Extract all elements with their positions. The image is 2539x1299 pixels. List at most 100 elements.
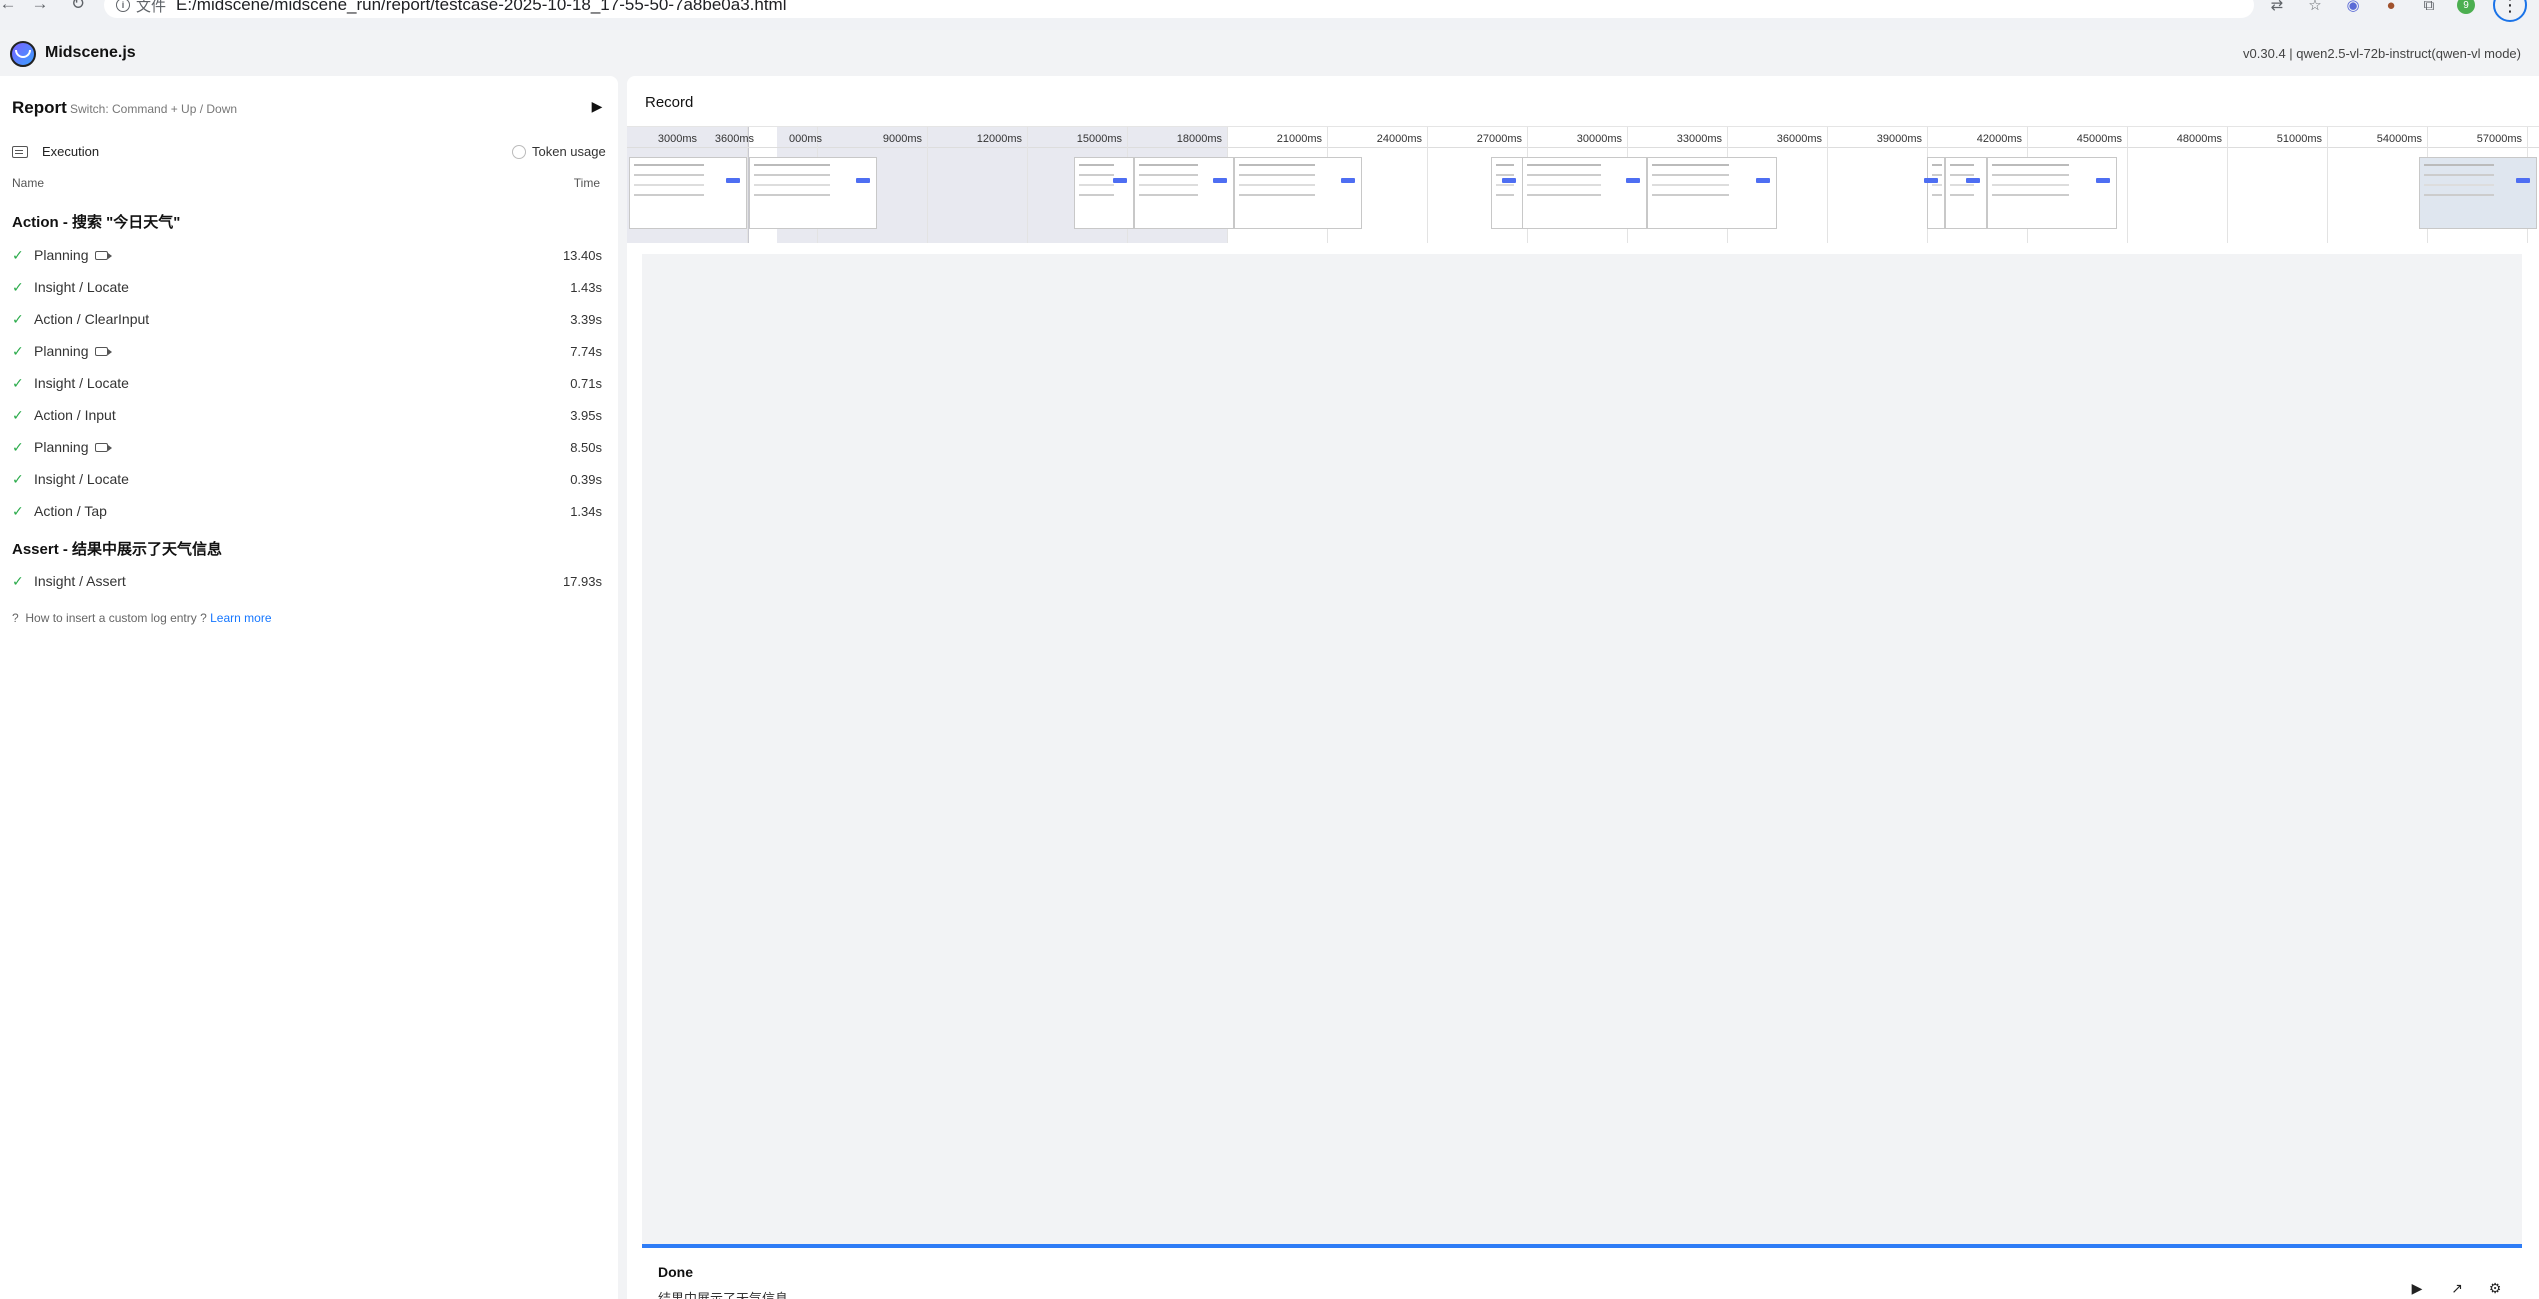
status-label: Done: [658, 1264, 693, 1280]
screenshot-thumbnail[interactable]: [1924, 157, 1945, 229]
settings-icon[interactable]: ⚙: [2485, 1278, 2505, 1298]
translate-icon[interactable]: ⇄: [2267, 0, 2287, 15]
task-row[interactable]: ✓ Planning 7.74s: [12, 338, 602, 364]
tick-label: 48000ms: [2176, 133, 2222, 145]
video-icon: [94, 442, 112, 452]
question-icon: ?: [12, 611, 19, 625]
timeline-tick: [1027, 127, 1028, 243]
screenshot-thumbnail[interactable]: [629, 157, 747, 229]
timeline[interactable]: 3000ms 3600ms 000ms 9000ms 12000ms 15000…: [627, 126, 2539, 243]
task-time: 17.93s: [562, 573, 602, 589]
screenshot-thumbnail[interactable]: [1234, 157, 1362, 229]
section-title-action[interactable]: Action - 搜索 "今日天气": [12, 211, 180, 232]
tick-label: 42000ms: [1976, 133, 2022, 145]
task-name: Planning: [34, 439, 89, 455]
screenshot-thumbnail[interactable]: [1134, 157, 1234, 229]
task-row[interactable]: ✓ Insight / Locate 1.43s: [12, 274, 602, 300]
brand-name: Midscene.js: [45, 44, 136, 61]
section-title-assert[interactable]: Assert - 结果中展示了天气信息: [12, 538, 222, 559]
task-name: Insight / Assert: [34, 573, 126, 589]
replay-play-button[interactable]: ▶: [2407, 1278, 2427, 1298]
check-icon: ✓: [12, 470, 24, 487]
check-icon: ✓: [12, 310, 24, 327]
task-name: Planning: [34, 247, 89, 263]
tick-label: 15000ms: [1076, 133, 1122, 145]
screenshot-thumbnail[interactable]: [1647, 157, 1777, 229]
screenshot-thumbnail[interactable]: [749, 157, 877, 229]
browser-actions: ⇄ ☆ ◉ ● ⧉ 9 ⋮: [2267, 0, 2539, 22]
timeline-tick: [2227, 127, 2228, 243]
tick-label: 30000ms: [1576, 133, 1622, 145]
task-name: Action / Tap: [34, 503, 107, 519]
app-header: Midscene.js v0.30.4 | qwen2.5-vl-72b-ins…: [0, 30, 2539, 76]
task-row[interactable]: ✓ Action / ClearInput 3.39s: [12, 306, 602, 332]
play-all-button[interactable]: ▶: [587, 96, 607, 116]
task-row[interactable]: ✓ Planning 13.40s: [12, 242, 602, 268]
info-icon[interactable]: i: [116, 0, 130, 12]
task-name: Action / ClearInput: [34, 311, 150, 327]
tick-label: 3600ms: [714, 133, 754, 145]
status-subtitle: 结果中展示了天气信息: [658, 1291, 789, 1299]
task-time: 0.71s: [570, 375, 602, 391]
tick-label: 12000ms: [976, 133, 1022, 145]
puzzle-icon[interactable]: ⧉: [2419, 0, 2439, 15]
execution-tab[interactable]: Execution: [12, 144, 99, 159]
task-row[interactable]: ✓ Action / Input 3.95s: [12, 402, 602, 428]
record-title: Record: [645, 94, 694, 111]
tick-label: 54000ms: [2376, 133, 2422, 145]
tick-label: 45000ms: [2076, 133, 2122, 145]
screenshot-thumbnail[interactable]: [1491, 157, 1523, 229]
bookmark-star-icon[interactable]: ☆: [2305, 0, 2325, 15]
learn-more-link[interactable]: Learn more: [210, 611, 271, 625]
replay-preview[interactable]: [642, 254, 2522, 1244]
task-row[interactable]: ✓ Insight / Locate 0.71s: [12, 370, 602, 396]
cookie-icon[interactable]: ●: [2381, 0, 2401, 15]
forward-icon[interactable]: →: [28, 0, 52, 16]
profile-avatar[interactable]: 9: [2457, 0, 2475, 14]
tick-label: 21000ms: [1276, 133, 1322, 145]
back-icon[interactable]: ←: [0, 0, 20, 16]
task-name: Planning: [34, 343, 89, 359]
tick-label: 24000ms: [1376, 133, 1422, 145]
token-usage-toggle[interactable]: Token usage: [512, 144, 606, 159]
browser-toolbar: ← → ↻ i 文件 E:/midscene/midscene_run/repo…: [0, 0, 2539, 30]
execution-label: Execution: [42, 144, 100, 159]
address-bar[interactable]: i 文件 E:/midscene/midscene_run/report/tes…: [104, 0, 2254, 18]
video-icon: [94, 346, 112, 356]
timeline-tick: [2127, 127, 2128, 243]
screenshot-thumbnail[interactable]: [1987, 157, 2117, 229]
tick-label: 36000ms: [1776, 133, 1822, 145]
check-icon: ✓: [12, 438, 24, 455]
task-name: Insight / Locate: [34, 471, 129, 487]
screenshot-thumbnail[interactable]: [1522, 157, 1647, 229]
tick-label: 9000ms: [882, 133, 922, 145]
screenshot-thumbnail[interactable]: [1945, 157, 1987, 229]
task-row[interactable]: ✓ Action / Tap 1.34s: [12, 498, 602, 524]
task-time: 3.39s: [570, 311, 602, 327]
reload-icon[interactable]: ↻: [66, 0, 90, 16]
screenshot-thumbnail[interactable]: [2419, 157, 2537, 229]
tick-label: 51000ms: [2276, 133, 2322, 145]
column-header-time: Time: [573, 176, 600, 190]
video-icon: [94, 250, 112, 260]
tick-label: 18000ms: [1176, 133, 1222, 145]
task-row[interactable]: ✓ Insight / Locate 0.39s: [12, 466, 602, 492]
tick-label: 57000ms: [2476, 133, 2522, 145]
menu-icon[interactable]: ⋮: [2493, 0, 2527, 22]
help-text: How to insert a custom log entry ?: [25, 611, 207, 625]
help-line: ? How to insert a custom log entry ? Lea…: [12, 611, 272, 625]
tick-label: 000ms: [788, 133, 822, 145]
open-external-icon[interactable]: ↗: [2447, 1278, 2467, 1298]
timeline-tick: [1827, 127, 1828, 243]
list-icon: [12, 145, 28, 158]
task-name: Action / Input: [34, 407, 116, 423]
token-usage-radio[interactable]: [512, 144, 526, 159]
tick-label: 33000ms: [1676, 133, 1722, 145]
version-info: v0.30.4 | qwen2.5-vl-72b-instruct(qwen-v…: [2243, 46, 2521, 61]
task-time: 3.95s: [570, 407, 602, 423]
task-row[interactable]: ✓ Insight / Assert 17.93s: [12, 568, 602, 594]
extension-icon[interactable]: ◉: [2343, 0, 2363, 15]
screenshot-thumbnail[interactable]: [1074, 157, 1134, 229]
task-time: 1.43s: [570, 279, 602, 295]
task-row[interactable]: ✓ Planning 8.50s: [12, 434, 602, 460]
